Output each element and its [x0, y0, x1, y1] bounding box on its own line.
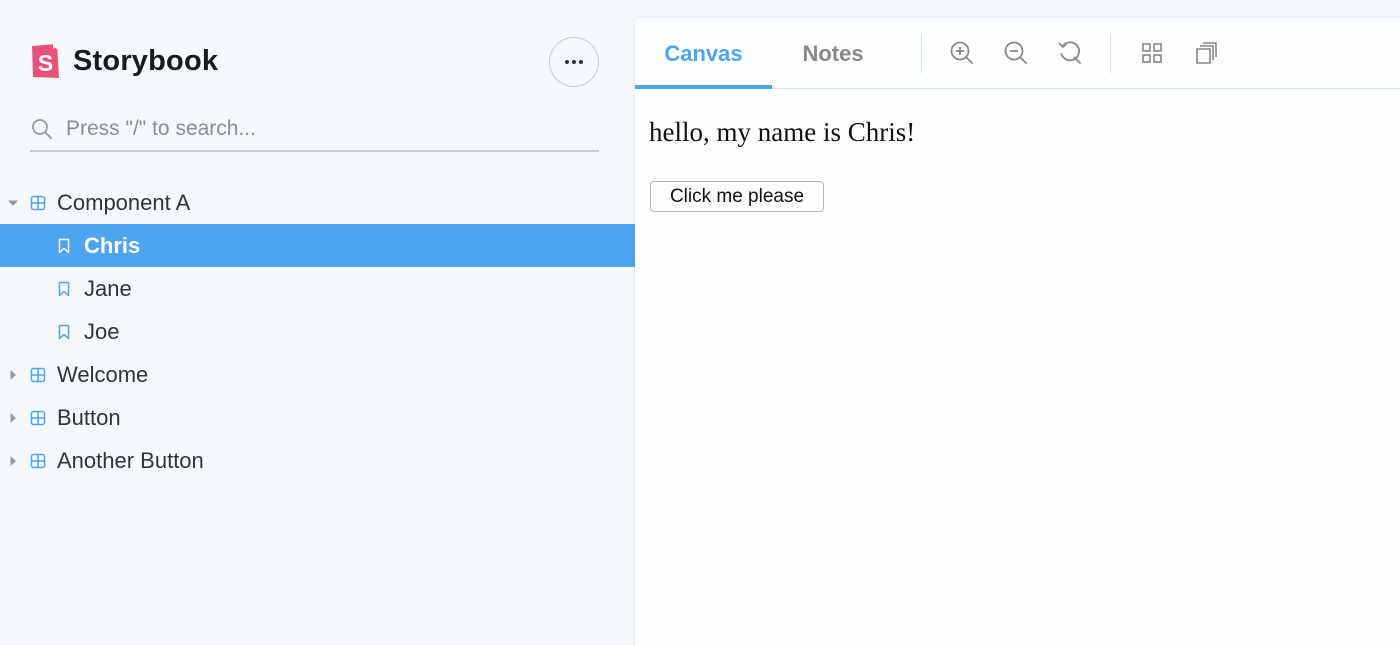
toolbar: Canvas Notes	[635, 18, 1400, 89]
tree-story-jane[interactable]: Jane	[0, 267, 635, 310]
component-icon	[30, 453, 46, 468]
menu-button[interactable]	[549, 37, 599, 87]
toolbar-divider	[921, 33, 922, 73]
reset-zoom-icon[interactable]	[1057, 40, 1083, 66]
tree-item-label: Another Button	[57, 447, 204, 473]
tab-notes[interactable]: Notes	[772, 18, 894, 89]
sidebar: S Storybook Component A Chris	[0, 0, 635, 645]
story-tree: Component A Chris Jane Joe Welcome Butto…	[0, 181, 635, 482]
brand[interactable]: S Storybook	[30, 40, 218, 82]
tree-story-joe[interactable]: Joe	[0, 310, 635, 353]
tree-component-button[interactable]: Button	[0, 396, 635, 439]
component-icon	[30, 410, 46, 425]
background-icon[interactable]	[1193, 40, 1219, 66]
search-icon	[32, 119, 52, 139]
tree-component-welcome[interactable]: Welcome	[0, 353, 635, 396]
zoom-in-icon[interactable]	[949, 40, 975, 66]
grid-icon[interactable]	[1139, 40, 1165, 66]
svg-text:S: S	[38, 50, 53, 76]
brand-name: Storybook	[73, 44, 219, 77]
tree-item-label: Chris	[84, 232, 141, 258]
zoom-out-icon[interactable]	[1003, 40, 1029, 66]
caret-right-icon	[10, 455, 16, 466]
tree-item-label: Component A	[57, 189, 191, 215]
search-bar	[30, 108, 599, 152]
toolbar-divider	[1110, 33, 1111, 73]
component-icon	[30, 367, 46, 382]
story-text: hello, my name is Chris!	[649, 117, 916, 147]
tab-canvas[interactable]: Canvas	[635, 18, 772, 89]
bookmark-icon	[58, 238, 70, 253]
search-input[interactable]	[66, 117, 566, 141]
storybook-logo-icon: S	[32, 43, 59, 78]
caret-right-icon	[10, 412, 16, 423]
ellipsis-icon	[565, 60, 569, 64]
click-me-button[interactable]: Click me please	[650, 181, 824, 212]
component-icon	[30, 195, 46, 210]
tree-story-chris[interactable]: Chris	[0, 224, 635, 267]
tree-component-component-a[interactable]: Component A	[0, 181, 635, 224]
tree-component-another-button[interactable]: Another Button	[0, 439, 635, 482]
tree-item-label: Welcome	[57, 361, 149, 387]
caret-right-icon	[10, 369, 16, 380]
tree-item-label: Jane	[84, 275, 132, 301]
preview-panel: Canvas Notes hello, my name is Chris! Cl…	[635, 18, 1400, 645]
tree-item-label: Button	[57, 404, 121, 430]
bookmark-icon	[58, 324, 70, 339]
bookmark-icon	[58, 281, 70, 296]
tree-item-label: Joe	[84, 318, 120, 344]
caret-down-icon	[8, 200, 18, 206]
